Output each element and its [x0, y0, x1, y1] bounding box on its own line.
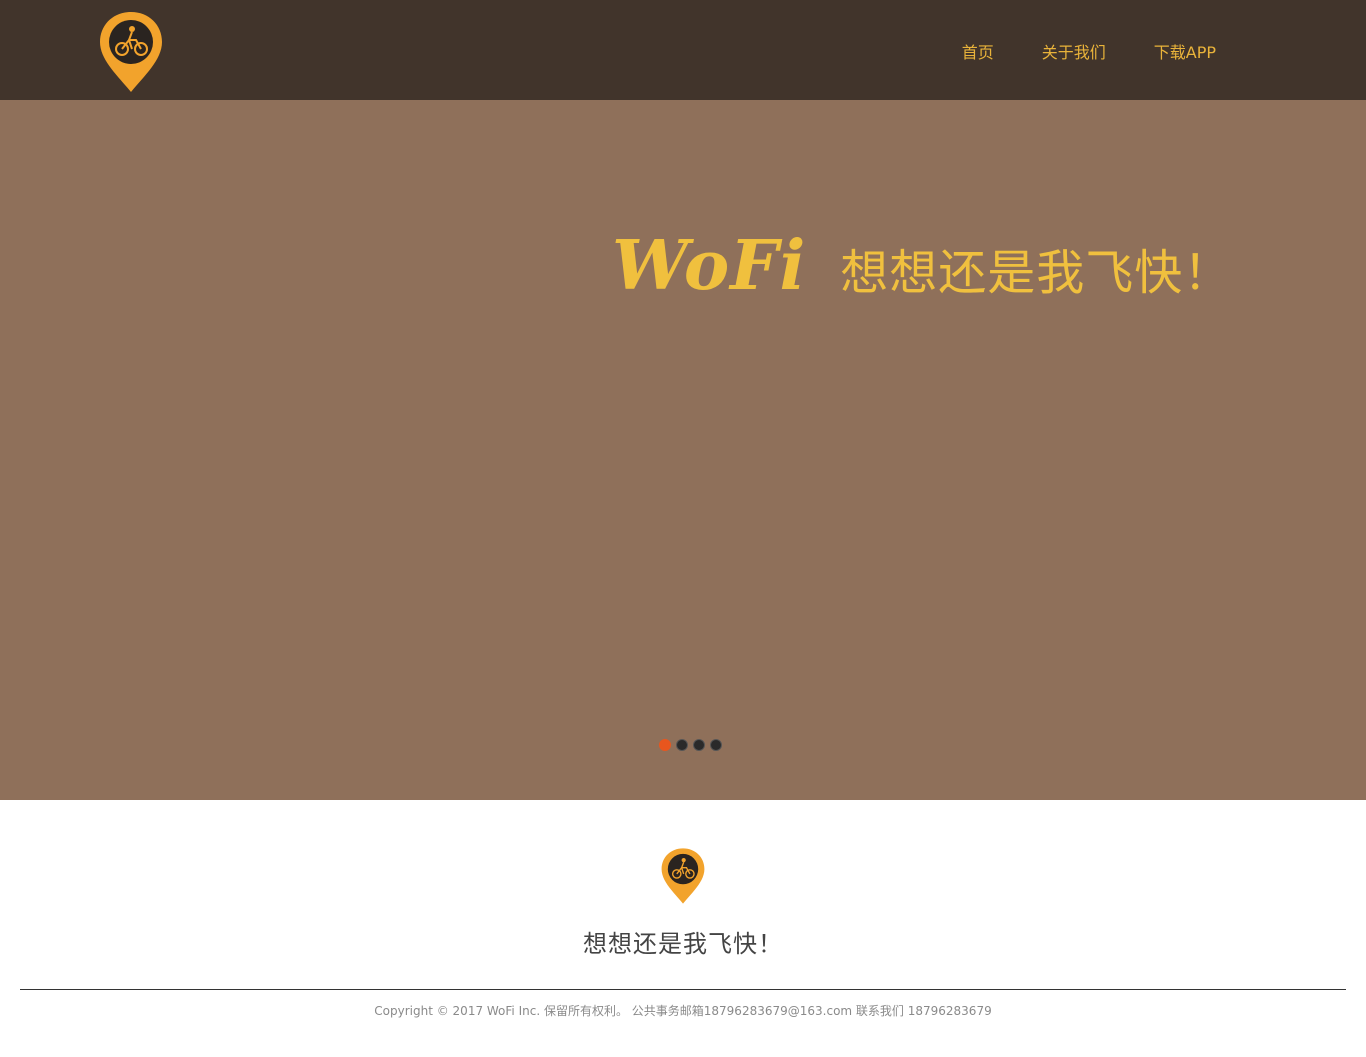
- footer-text: Copyright © 2017 WoFi Inc. 保留所有权利。 公共事务邮…: [374, 1004, 992, 1018]
- nav-home[interactable]: 首页: [962, 39, 994, 63]
- logo-pin-icon: [661, 848, 705, 904]
- nav-download-app[interactable]: 下载APP: [1154, 39, 1216, 63]
- carousel-dot-2[interactable]: [676, 739, 688, 751]
- top-navbar: 首页 关于我们 下载APP: [0, 0, 1366, 100]
- hero-banner: 首页 关于我们 下载APP WoFi 想想还是我飞快！: [0, 0, 1366, 800]
- footer: Copyright © 2017 WoFi Inc. 保留所有权利。 公共事务邮…: [0, 1002, 1366, 1019]
- hero-slogan: 想想还是我飞快！: [840, 245, 1233, 301]
- carousel-dot-3[interactable]: [693, 739, 705, 751]
- intro-section: 想想还是我飞快！: [0, 800, 1366, 990]
- hero-headline: WoFi 想想还是我飞快！: [612, 226, 1232, 306]
- logo-pin-icon[interactable]: [98, 10, 164, 94]
- carousel-dot-4[interactable]: [710, 739, 722, 751]
- carousel-dot-1[interactable]: [659, 739, 671, 751]
- brand-name: WoFi: [612, 226, 807, 306]
- footer-divider: [20, 989, 1346, 990]
- main-nav: 首页 关于我们 下载APP: [962, 39, 1216, 63]
- intro-slogan: 想想还是我飞快！: [583, 930, 783, 958]
- hero-photo: [0, 0, 1366, 800]
- nav-about[interactable]: 关于我们: [1042, 39, 1106, 63]
- carousel-dots: [659, 739, 722, 751]
